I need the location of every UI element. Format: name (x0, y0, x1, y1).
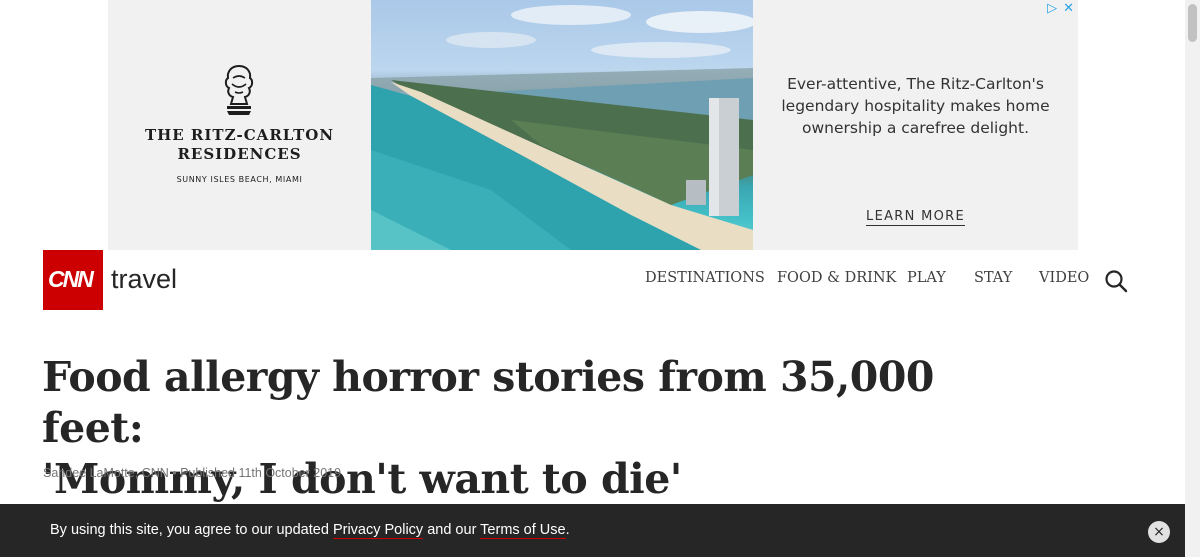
article-headline: Food allergy horror stories from 35,000 … (42, 352, 942, 505)
beach-aerial-illustration (371, 5, 753, 250)
terms-of-use-link[interactable]: Terms of Use (480, 522, 566, 539)
consent-message: By using this site, you agree to our upd… (50, 522, 570, 539)
learn-more-link[interactable]: LEARN MORE (753, 209, 1078, 226)
nav-stay[interactable]: STAY (974, 270, 1012, 286)
cnn-logo-text: CNN (48, 266, 94, 292)
ad-brand-subname: RESIDENCES (177, 145, 302, 163)
ad-tagline-line: ownership a carefree delight. (801, 119, 1030, 137)
nav-play[interactable]: PLAY (907, 270, 946, 286)
scrollbar-thumb[interactable] (1188, 4, 1197, 42)
nav-food-drink[interactable]: FOOD & DRINK (777, 270, 896, 286)
adchoices-play-icon[interactable]: ▷ (1047, 1, 1057, 16)
consent-text-middle: and our (423, 522, 481, 538)
advertisement-banner[interactable]: THE RITZ-CARLTON RESIDENCES SUNNY ISLES … (108, 0, 1078, 250)
nav-destinations[interactable]: DESTINATIONS (645, 270, 765, 286)
consent-text-suffix: . (565, 522, 570, 538)
learn-more-label: LEARN MORE (866, 209, 965, 226)
ad-brand-location: SUNNY ISLES BEACH, MIAMI (176, 175, 303, 184)
cookie-consent-bar: By using this site, you agree to our upd… (0, 504, 1185, 557)
consent-close-icon[interactable]: × (1148, 521, 1170, 543)
lion-crest-icon (224, 64, 254, 115)
ad-copy: Ever-attentive, The Ritz-Carlton's legen… (753, 0, 1078, 250)
section-title[interactable]: travel (111, 264, 177, 295)
ad-tagline: Ever-attentive, The Ritz-Carlton's legen… (753, 73, 1078, 139)
article-byline: Sandee LaMotte, CNN • Published 11th Oct… (43, 466, 342, 480)
page-scrollbar[interactable] (1185, 0, 1200, 557)
ad-tagline-line: legendary hospitality makes home (781, 97, 1050, 115)
ad-tagline-line: Ever-attentive, The Ritz-Carlton's (787, 75, 1044, 93)
search-icon[interactable] (1104, 269, 1128, 293)
headline-line: Food allergy horror stories from 35,000 … (42, 353, 934, 452)
cnn-logo[interactable]: CNN (43, 250, 103, 310)
ad-close-icon[interactable]: ✕ (1063, 1, 1074, 16)
privacy-policy-link[interactable]: Privacy Policy (332, 522, 424, 539)
ad-brand-logo: THE RITZ-CARLTON RESIDENCES SUNNY ISLES … (108, 0, 371, 250)
nav-video[interactable]: VIDEO (1039, 270, 1089, 286)
ad-beach-photo (371, 0, 753, 250)
consent-text-prefix: By using this site, you agree to our upd… (50, 522, 333, 538)
adchoices-controls[interactable]: ▷ ✕ (1041, 1, 1074, 16)
ad-brand-name: THE RITZ-CARLTON (144, 126, 335, 144)
